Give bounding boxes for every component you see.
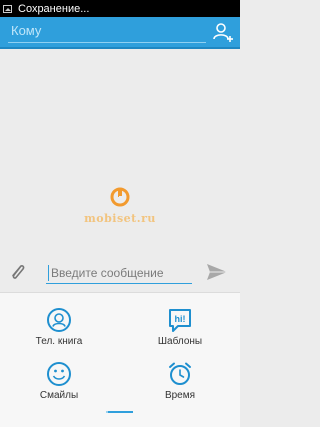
tool-label: Смайлы	[39, 390, 79, 401]
tool-contacts-book[interactable]: Тел. книга	[9, 307, 109, 347]
watermark-logo-icon	[110, 187, 130, 207]
svg-text:hi!: hi!	[175, 314, 186, 324]
attach-icon[interactable]	[8, 262, 28, 282]
smiley-icon	[47, 362, 71, 386]
status-bar: Сохранение...	[0, 0, 240, 17]
quick-tools-panel: Тел. книга hi! Шаблоны Смайлы Время	[0, 292, 240, 427]
tool-smileys[interactable]: Смайлы	[9, 361, 109, 401]
contacts-book-icon	[47, 308, 71, 332]
add-contact-icon[interactable]	[212, 21, 234, 43]
watermark-text: mobiset.ru	[84, 212, 156, 225]
watermark: mobiset.ru	[0, 186, 240, 225]
tool-time[interactable]: Время	[130, 361, 230, 401]
tool-label: Шаблоны	[157, 336, 203, 347]
recipient-input[interactable]: Кому	[8, 19, 206, 43]
image-notification-icon	[3, 4, 12, 13]
status-text: Сохранение...	[18, 2, 90, 15]
tool-label: Время	[164, 390, 196, 401]
page-indicator	[106, 411, 133, 413]
send-icon[interactable]	[206, 263, 228, 281]
templates-icon: hi!	[169, 309, 191, 332]
tool-label: Тел. книга	[35, 336, 83, 347]
message-input[interactable]: Введите сообщение	[46, 262, 192, 284]
tool-templates[interactable]: hi! Шаблоны	[130, 307, 230, 347]
recipient-header: Кому	[0, 17, 240, 49]
composer-bar: Введите сообщение	[0, 252, 240, 292]
alarm-clock-icon	[169, 362, 191, 385]
